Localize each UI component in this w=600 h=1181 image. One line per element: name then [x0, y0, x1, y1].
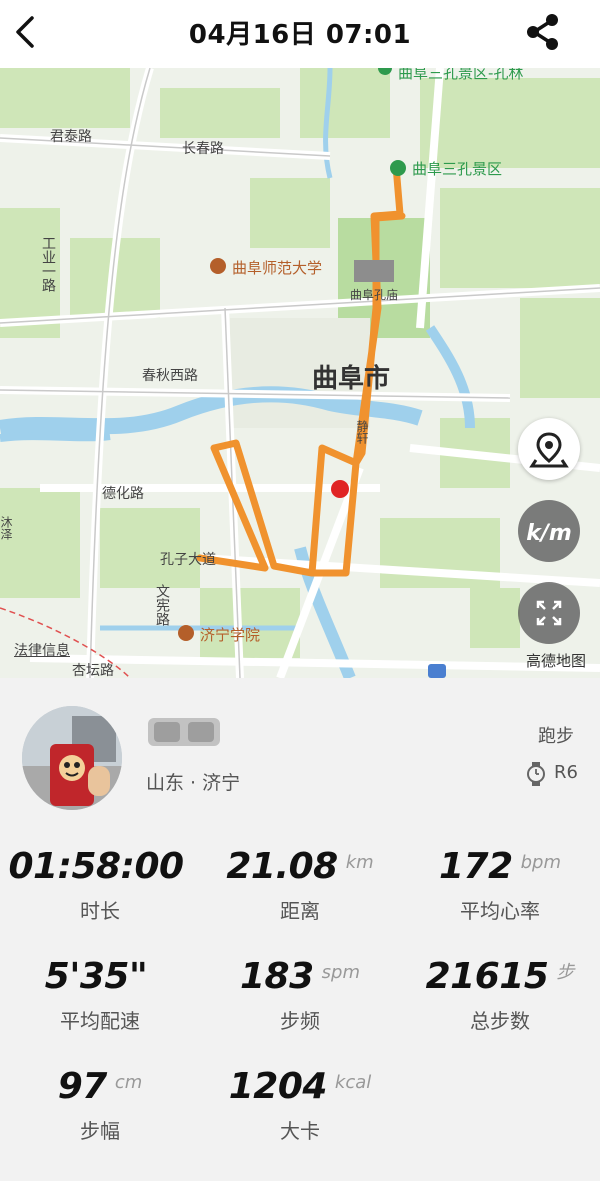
share-icon: [527, 14, 558, 50]
stat-unit: 步: [556, 962, 575, 983]
fullscreen-button[interactable]: [518, 582, 580, 644]
locate-button[interactable]: [518, 418, 580, 480]
map-label-road: 工业一路: [40, 236, 56, 292]
stat-label: 时长: [80, 899, 120, 923]
svg-text:k/m: k/m: [526, 521, 572, 546]
stat-unit: kcal: [334, 1072, 372, 1093]
top-bar: 04月16日 07:01: [0, 0, 600, 68]
stat-value: 5'35": [44, 956, 148, 997]
map-base: [0, 68, 600, 678]
stat-heart-rate: 172 bpm 平均心率: [400, 846, 600, 924]
map-label-scenic-top: 曲阜三孔景区-孔林: [398, 68, 524, 82]
stat-value: 172: [438, 846, 513, 887]
map-label-road: 杏坛路: [72, 663, 114, 678]
map-label-road: 沐泽: [0, 516, 13, 540]
map-attribution: 高德地图: [526, 652, 587, 670]
stat-label: 距离: [280, 899, 320, 923]
stat-distance: 21.08 km 距离: [200, 846, 400, 924]
location-pin-icon: [529, 432, 569, 468]
activity-summary-panel: 山东 · 济宁 跑步 R6 01:58:00 时长 21.08 km 距离 172…: [0, 678, 600, 1181]
map-label-road: 长春路: [182, 141, 224, 157]
avatar[interactable]: [22, 706, 122, 810]
activity-type: 跑步: [538, 726, 574, 747]
avatar-photo: [22, 706, 122, 810]
device-name: R6: [554, 762, 578, 783]
map-label-road: 春秋西路: [142, 368, 198, 384]
map-label-road: 德化路: [102, 486, 144, 502]
map-label-road: 文宪路: [154, 584, 170, 626]
map-label-university: 曲阜师范大学: [232, 259, 323, 277]
stat-value: 21615: [425, 956, 549, 997]
stat-duration: 01:58:00 时长: [0, 846, 200, 924]
stat-label: 总步数: [470, 1009, 530, 1033]
page-title: 04月16日 07:01: [188, 20, 412, 50]
map-label-college: 济宁学院: [200, 626, 261, 644]
stat-unit: spm: [321, 962, 360, 983]
stat-pace: 5'35" 平均配速: [0, 956, 200, 1034]
stat-unit: km: [345, 852, 374, 873]
map-label-scenic: 曲阜三孔景区: [412, 160, 503, 178]
map-label-road: 君泰路: [50, 129, 92, 145]
stat-unit: cm: [114, 1072, 143, 1093]
stat-cadence: 183 spm 步频: [200, 956, 400, 1034]
map-label-road: 静轩: [355, 420, 369, 444]
stat-value: 01:58:00: [8, 846, 184, 887]
route-map[interactable]: 曲阜三孔景区-孔林 君泰路 长春路 曲阜三孔景区 工业一路 曲阜师范大学 曲阜孔…: [0, 68, 600, 678]
stat-value: 97: [57, 1066, 108, 1107]
stat-unit: bpm: [520, 852, 562, 873]
stat-label: 步频: [280, 1009, 320, 1033]
stat-label: 大卡: [280, 1119, 320, 1143]
stat-calories: 1204 kcal 大卡: [200, 1066, 400, 1144]
username: [146, 714, 222, 750]
stat-label: 步幅: [80, 1119, 120, 1143]
stat-value: 21.08: [226, 846, 338, 887]
user-location: 山东 · 济宁: [146, 772, 241, 794]
watch-icon: [527, 762, 545, 786]
map-label-city: 曲阜市: [312, 364, 391, 394]
current-location-marker: [331, 480, 349, 498]
km-toggle-icon: k/m: [526, 521, 572, 546]
stat-value: 1204: [228, 1066, 328, 1107]
stat-label: 平均配速: [60, 1009, 140, 1033]
blurred-name: [148, 718, 220, 746]
map-label-road: 孔子大道: [160, 552, 216, 568]
km-toggle-button[interactable]: k/m: [518, 500, 580, 562]
fullscreen-icon: [536, 600, 562, 626]
stat-label: 平均心率: [460, 899, 540, 923]
map-label-temple: 曲阜孔庙: [350, 288, 399, 302]
stat-total-steps: 21615 步 总步数: [400, 956, 600, 1034]
share-button[interactable]: [520, 10, 564, 54]
stat-stride: 97 cm 步幅: [0, 1066, 200, 1144]
stat-value: 183: [240, 956, 314, 997]
legal-info-link[interactable]: 法律信息: [14, 640, 70, 660]
